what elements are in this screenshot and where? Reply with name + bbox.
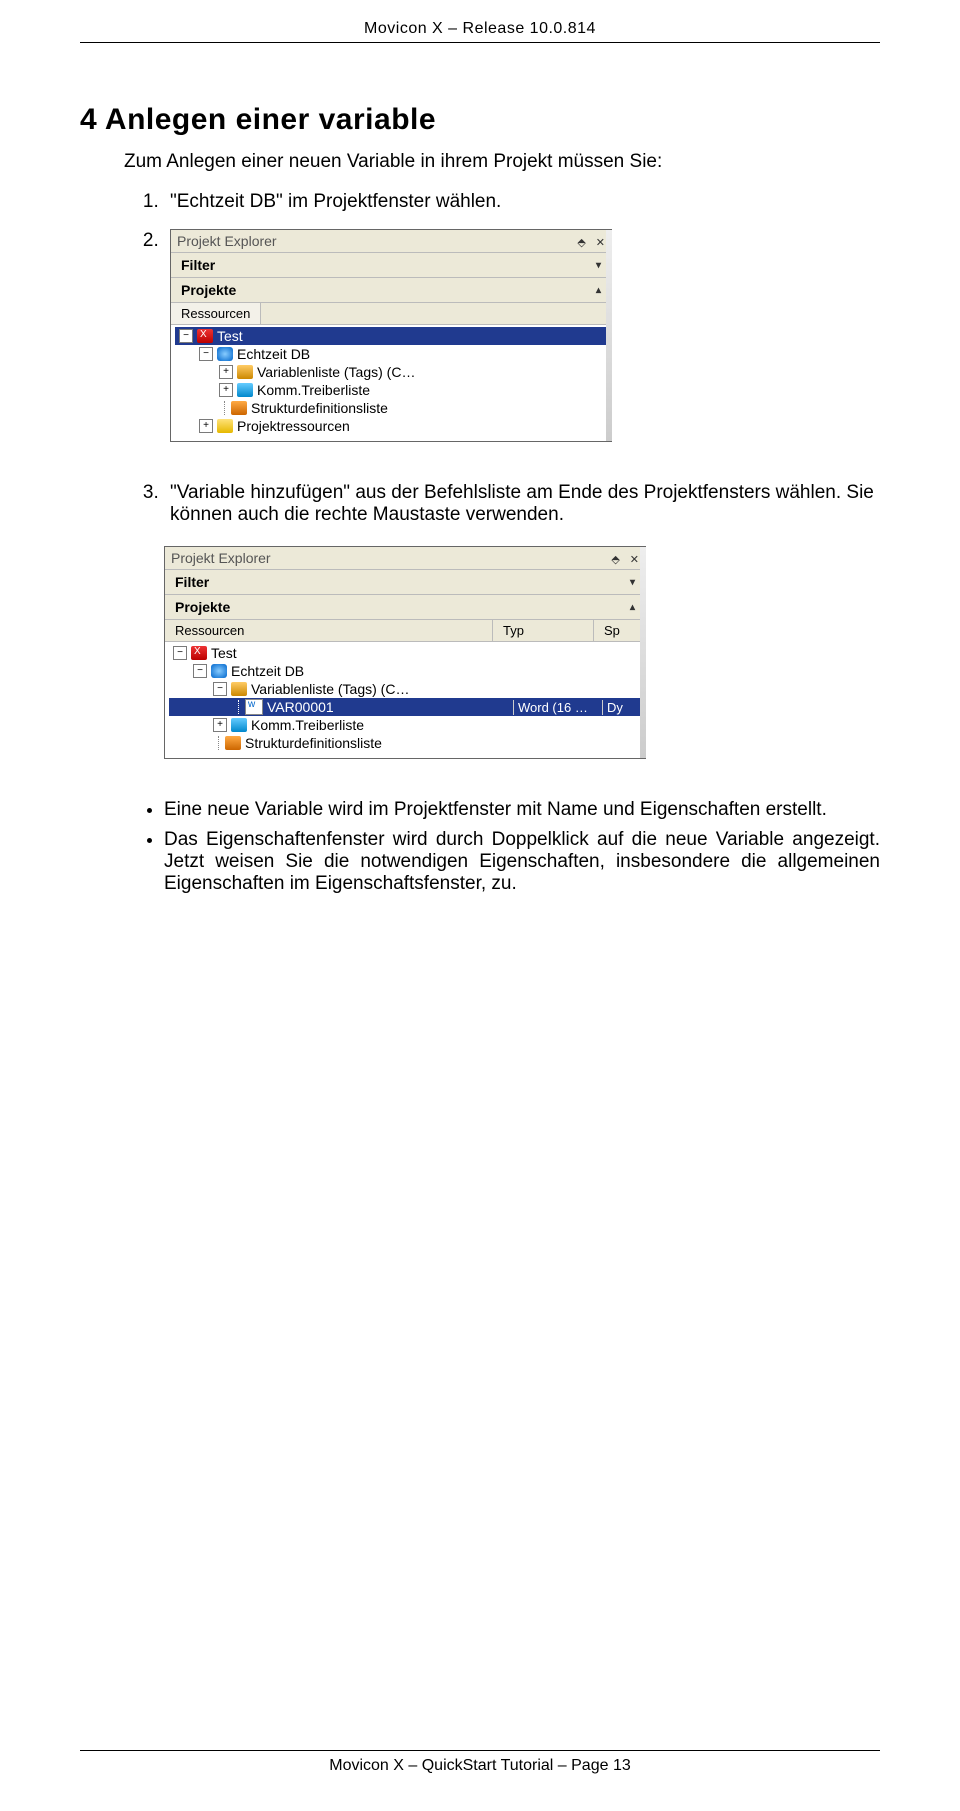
scroll-edge [640,547,646,758]
tree-node-echtzeit-db[interactable]: − Echtzeit DB [175,345,607,363]
tree-node-strukturliste[interactable]: Strukturdefinitionsliste [169,734,641,752]
step-1: "Echtzeit DB" im Projektfenster wählen. [164,191,880,213]
node-label: Komm.Treiberliste [257,382,370,398]
projekte-label: Projekte [175,599,230,615]
tree-node-test[interactable]: − Test [175,327,607,345]
expand-icon[interactable]: + [213,718,227,732]
tree-node-treiberliste[interactable]: + Komm.Treiberliste [169,716,641,734]
panel-title: Projekt Explorer [177,233,277,249]
project-icon [191,646,207,660]
scroll-edge [606,230,612,441]
struct-icon [225,736,241,750]
db-icon [217,347,233,361]
variable-icon [245,699,263,715]
node-label: Echtzeit DB [231,663,304,679]
node-label: Komm.Treiberliste [251,717,364,733]
result-bullets: Eine neue Variable wird im Projektfenste… [124,799,880,895]
node-label: VAR00001 [267,699,334,715]
project-icon [197,329,213,343]
tree-node-variablenliste[interactable]: + Variablenliste (Tags) (C… [175,363,607,381]
tree-node-test[interactable]: − Test [169,644,641,662]
close-icon[interactable]: ✕ [596,236,605,249]
collapse-icon[interactable]: − [179,329,193,343]
tree-view: − Test − Echtzeit DB + Variablenliste (T… [171,324,611,441]
bullet-2: Das Eigenschaftenfenster wird durch Dopp… [164,829,880,895]
node-label: Echtzeit DB [237,346,310,362]
filter-section[interactable]: Filter ▾ [165,569,645,594]
driver-icon [237,383,253,397]
node-label: Strukturdefinitionsliste [245,735,382,751]
projekte-section[interactable]: Projekte ▴ [165,594,645,619]
tree-node-strukturliste[interactable]: Strukturdefinitionsliste [175,399,607,417]
node-label: Test [217,328,243,344]
cell-sp: Dy [602,700,641,715]
tree-node-variablenliste[interactable]: − Variablenliste (Tags) (C… [169,680,641,698]
tree-node-var00001[interactable]: VAR00001 Word (16 … Dy [169,698,641,716]
struct-icon [231,401,247,415]
pin-icon[interactable]: ⬘ [611,553,619,566]
collapse-icon[interactable]: − [173,646,187,660]
tag-icon [231,682,247,696]
collapse-icon[interactable]: − [199,347,213,361]
node-label: Strukturdefinitionsliste [251,400,388,416]
node-label: Test [211,645,237,661]
bullet-1: Eine neue Variable wird im Projektfenste… [164,799,880,821]
screenshot-2: Projekt Explorer ⬘ ✕ Filter ▾ Projekte ▴… [164,546,646,759]
panel-title: Projekt Explorer [171,550,271,566]
col-typ[interactable]: Typ [493,620,594,641]
cell-typ: Word (16 … [513,700,602,715]
page-header: Movicon X – Release 10.0.814 [80,20,880,43]
panel-title-bar: Projekt Explorer ⬘ ✕ [171,230,611,252]
tree-view: − Test − Echtzeit DB − Variablenliste (T… [165,641,645,758]
filter-section[interactable]: Filter ▾ [171,252,611,277]
filter-label: Filter [181,257,215,273]
folder-icon [217,419,233,433]
panel-title-bar: Projekt Explorer ⬘ ✕ [165,547,645,569]
filter-label: Filter [175,574,209,590]
chevron-down-icon: ▾ [596,260,601,271]
node-label: Variablenliste (Tags) (C… [257,364,415,380]
db-icon [211,664,227,678]
close-icon[interactable]: ✕ [630,553,639,566]
steps-list: "Echtzeit DB" im Projektfenster wählen. … [124,191,880,526]
section-heading: 4 Anlegen einer variable [80,103,880,137]
tab-row: Ressourcen [171,302,611,324]
page-footer: Movicon X – QuickStart Tutorial – Page 1… [80,1750,880,1775]
expand-icon[interactable]: + [199,419,213,433]
chevron-down-icon: ▾ [630,577,635,588]
column-headers: Ressourcen Typ Sp [165,619,645,641]
tag-icon [237,365,253,379]
chevron-up-icon: ▴ [596,285,601,296]
collapse-icon[interactable]: − [213,682,227,696]
col-sp[interactable]: Sp [594,620,645,641]
step-2: Projekt Explorer ⬘ ✕ Filter ▾ Projekte ▴… [164,229,880,442]
pin-icon[interactable]: ⬘ [577,236,585,249]
tab-ressourcen[interactable]: Ressourcen [171,303,261,324]
step-3: "Variable hinzufügen" aus der Befehlslis… [164,482,880,526]
expand-icon[interactable]: + [219,365,233,379]
collapse-icon[interactable]: − [193,664,207,678]
tree-node-echtzeit-db[interactable]: − Echtzeit DB [169,662,641,680]
col-ressourcen[interactable]: Ressourcen [165,620,493,641]
node-label: Projektressourcen [237,418,350,434]
expand-icon[interactable]: + [219,383,233,397]
tree-node-treiberliste[interactable]: + Komm.Treiberliste [175,381,607,399]
driver-icon [231,718,247,732]
projekte-section[interactable]: Projekte ▴ [171,277,611,302]
chevron-up-icon: ▴ [630,602,635,613]
projekte-label: Projekte [181,282,236,298]
tree-node-projektressourcen[interactable]: + Projektressourcen [175,417,607,435]
intro-text: Zum Anlegen einer neuen Variable in ihre… [124,151,880,173]
node-label: Variablenliste (Tags) (C… [251,681,409,697]
screenshot-1: Projekt Explorer ⬘ ✕ Filter ▾ Projekte ▴… [170,229,612,442]
